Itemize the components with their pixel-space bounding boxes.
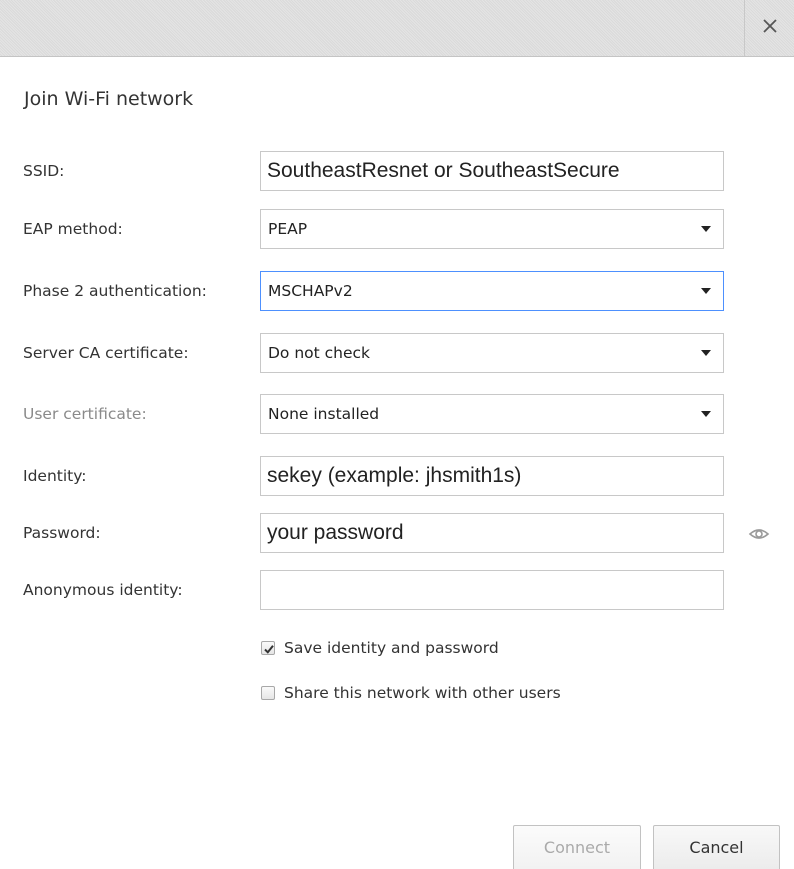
title-bar xyxy=(0,0,794,57)
anonymous-identity-label: Anonymous identity: xyxy=(23,581,183,599)
phase2-auth-label: Phase 2 authentication: xyxy=(23,282,207,300)
chevron-down-icon xyxy=(701,411,711,417)
share-network-label: Share this network with other users xyxy=(284,684,561,702)
chevron-down-icon xyxy=(701,288,711,294)
eap-method-select[interactable]: PEAP xyxy=(260,209,724,249)
password-label: Password: xyxy=(23,524,101,542)
server-ca-label: Server CA certificate: xyxy=(23,344,189,362)
ssid-input[interactable]: SoutheastResnet or SoutheastSecure xyxy=(260,151,724,191)
user-cert-label: User certificate: xyxy=(23,405,147,423)
user-cert-value: None installed xyxy=(268,405,380,423)
chevron-down-icon xyxy=(701,226,711,232)
connect-button[interactable]: Connect xyxy=(513,825,641,869)
eap-method-value: PEAP xyxy=(268,220,308,238)
cancel-button[interactable]: Cancel xyxy=(653,825,780,869)
phase2-auth-value: MSCHAPv2 xyxy=(268,282,353,300)
save-identity-checkbox[interactable] xyxy=(261,641,275,655)
identity-input[interactable]: sekey (example: jhsmith1s) xyxy=(260,456,724,496)
phase2-auth-select[interactable]: MSCHAPv2 xyxy=(260,271,724,311)
dialog-title: Join Wi-Fi network xyxy=(24,88,194,110)
checkmark-icon xyxy=(264,645,274,654)
save-identity-label: Save identity and password xyxy=(284,639,499,657)
share-network-option[interactable]: Share this network with other users xyxy=(261,682,561,704)
eap-method-label: EAP method: xyxy=(23,220,123,238)
chevron-down-icon xyxy=(701,350,711,356)
close-button[interactable] xyxy=(744,0,794,56)
ssid-label: SSID: xyxy=(23,162,65,180)
user-cert-select[interactable]: None installed xyxy=(260,394,724,434)
save-identity-option[interactable]: Save identity and password xyxy=(261,637,499,659)
password-input[interactable]: your password xyxy=(260,513,724,553)
share-network-checkbox[interactable] xyxy=(261,686,275,700)
anonymous-identity-input[interactable] xyxy=(260,570,724,610)
eye-icon[interactable] xyxy=(748,525,770,543)
close-icon xyxy=(762,18,778,38)
server-ca-value: Do not check xyxy=(268,344,371,362)
server-ca-select[interactable]: Do not check xyxy=(260,333,724,373)
identity-label: Identity: xyxy=(23,467,87,485)
